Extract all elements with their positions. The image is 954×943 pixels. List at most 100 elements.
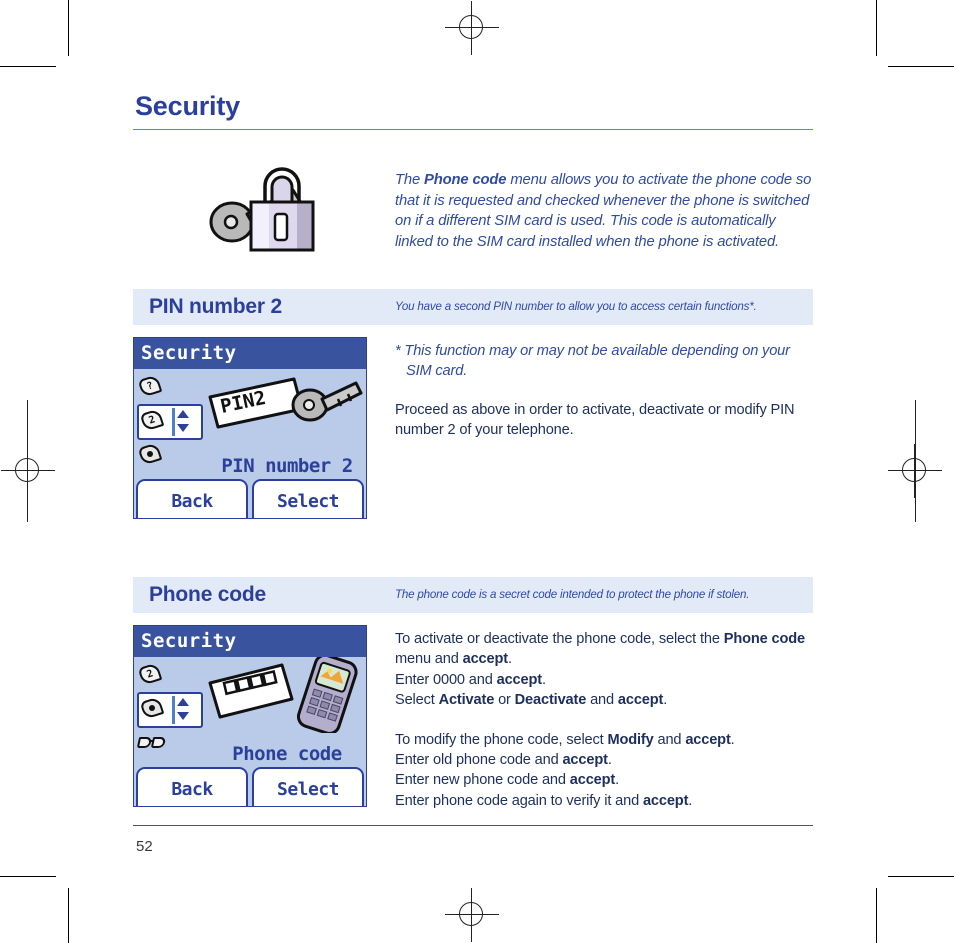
instr-p1-c: menu and (395, 651, 463, 668)
chevron-up-icon[interactable] (177, 409, 189, 418)
paragraph-proceed-as-above: Proceed as above in order to activate, d… (395, 401, 795, 439)
instr-bold-modify: Modify (607, 731, 654, 748)
phone-menu-label: PIN number 2 (221, 454, 353, 477)
phone-softkeys: Back Select (134, 766, 366, 806)
instr-bold-accept-4: accept (685, 731, 731, 748)
section-row-phone-code: Security 2 Phone code Back Select To act… (133, 624, 813, 811)
instr-p6-c: . (615, 772, 620, 789)
section-row-pin-number-2: Security ? 2 PIN2 PIN number 2 Back Sele… (133, 336, 813, 519)
crop-mark-top-right-vertical (876, 0, 877, 56)
crop-mark-bottom-left-horizontal (0, 876, 56, 877)
intro-bold-phone-code: Phone code (424, 172, 507, 189)
phone-title-label: Security (141, 630, 237, 653)
softkey-back[interactable]: Back (136, 478, 248, 518)
paragraph-modify-phone-code: To modify the phone code, select Modify … (395, 730, 813, 812)
phone-mock-phone-code: Security 2 Phone code Back Select (133, 624, 395, 807)
page-title: Security (135, 91, 240, 121)
intro-text-prefix: The (395, 172, 425, 189)
instr-p7-a: Enter phone code again to verify it and (395, 792, 643, 809)
scroll-spinner[interactable] (172, 695, 189, 725)
registration-mark-top (445, 1, 499, 55)
section-text-pin-number-2: * This function may or may not be availa… (395, 337, 813, 441)
key-dot-icon (139, 696, 167, 723)
footnote-line-2: SIM card. (406, 363, 468, 380)
page-content: Security The Phone code menu allows you … (133, 91, 813, 855)
instr-bold-phone-code: Phone code (723, 630, 805, 647)
key-2-icon: 2 (137, 662, 165, 689)
instr-p4-d: . (730, 731, 735, 748)
section-title-pin-number-2: PIN number 2 (149, 294, 282, 318)
crop-mark-top-left-vertical (68, 0, 69, 56)
softkey-back[interactable]: Back (136, 766, 248, 806)
crop-mark-bottom-right-vertical (876, 888, 877, 943)
section-note-phone-code: The phone code is a secret code intended… (395, 588, 750, 602)
instr-bold-accept-3: accept (617, 692, 664, 709)
key-dot-icon (137, 442, 165, 469)
crop-mark-top-left-horizontal (0, 66, 56, 67)
rail-item-key-2-selected[interactable]: 2 (137, 403, 203, 440)
instr-p5-a: Enter old phone code and (395, 751, 563, 768)
instr-p1-d: . (507, 651, 512, 668)
footnote-line-1: * This function may or may not be availa… (395, 342, 790, 359)
intro-paragraph: The Phone code menu allows you to activa… (395, 170, 813, 252)
crop-mark-bottom-right-horizontal (888, 876, 954, 877)
phone-title-label: Security (141, 342, 237, 365)
softkey-select[interactable]: Select (252, 766, 364, 806)
phone-menu-label: Phone code (232, 742, 342, 765)
phone-icon-rail: ? 2 (137, 372, 203, 472)
phone-body: 2 Phone code (134, 653, 366, 767)
padlock-and-key-icon (133, 156, 395, 258)
paragraph-activate-deactivate: To activate or deactivate the phone code… (395, 629, 813, 711)
key-2-icon: 2 (139, 408, 167, 435)
instr-p2-a: Enter 0000 and (395, 671, 497, 688)
instr-bold-deactivate: Deactivate (514, 692, 587, 709)
section-note-pin-number-2: You have a second PIN number to allow yo… (395, 300, 757, 314)
instr-p1-a: To activate or deactivate the phone code… (395, 630, 724, 647)
instr-p7-c: . (688, 792, 693, 809)
instr-p3-e: . (663, 692, 668, 709)
key-question-icon: ? (137, 374, 165, 401)
scroll-spinner[interactable] (172, 407, 189, 437)
rail-item-key-2[interactable]: 2 (137, 660, 203, 692)
instr-p2-c: . (541, 671, 546, 688)
instr-bold-accept-2: accept (496, 671, 542, 688)
rail-item-key-question[interactable]: ? (137, 372, 203, 404)
rail-item-key-dot-selected[interactable] (137, 691, 203, 728)
phone-icon-rail: 2 (136, 660, 203, 760)
softkey-select[interactable]: Select (252, 478, 364, 518)
registration-mark-left (1, 444, 55, 498)
footnote-sim-card: * This function may or may not be availa… (395, 341, 813, 382)
section-band-phone-code: Phone code The phone code is a secret co… (133, 576, 813, 613)
crop-mark-top-right-horizontal (888, 66, 954, 67)
registration-mark-bottom (445, 888, 499, 942)
instr-p3-d: and (586, 692, 618, 709)
intro-block: The Phone code menu allows you to activa… (133, 156, 813, 267)
footer-rule (133, 825, 813, 827)
chevron-down-icon[interactable] (177, 711, 189, 720)
phone-body: ? 2 PIN2 PIN number 2 (134, 369, 366, 479)
pin2-tag-and-key-icon: PIN2 (206, 369, 366, 441)
section-text-phone-code: To activate or deactivate the phone code… (395, 625, 813, 811)
instr-bold-accept-7: accept (642, 792, 689, 809)
instr-p4-a: To modify the phone code, select (395, 731, 608, 748)
instr-p6-a: Enter new phone code and (395, 772, 570, 789)
section-band-pin-number-2: PIN number 2 You have a second PIN numbe… (133, 288, 813, 325)
rail-item-glasses[interactable] (136, 728, 203, 760)
chevron-up-icon[interactable] (177, 697, 189, 706)
phone-softkeys: Back Select (134, 478, 366, 518)
rail-item-key-dot[interactable] (137, 440, 203, 472)
instr-p5-c: . (607, 751, 612, 768)
instr-p4-c: and (653, 731, 686, 748)
section-title-phone-code: Phone code (149, 582, 267, 606)
instr-bold-accept-5: accept (562, 751, 608, 768)
instr-p3-a: Select (395, 692, 439, 709)
registration-guide-right-vertical (915, 400, 916, 522)
code-keypad-and-handset-icon (206, 653, 366, 735)
instr-bold-activate: Activate (438, 692, 495, 709)
phone-titlebar: Security (134, 337, 366, 369)
instr-bold-accept-1: accept (462, 651, 508, 668)
phone-mock-pin-number-2: Security ? 2 PIN2 PIN number 2 Back Sele… (133, 336, 395, 519)
crop-mark-bottom-left-vertical (68, 888, 69, 943)
glasses-icon (136, 735, 167, 753)
chevron-down-icon[interactable] (177, 423, 189, 432)
